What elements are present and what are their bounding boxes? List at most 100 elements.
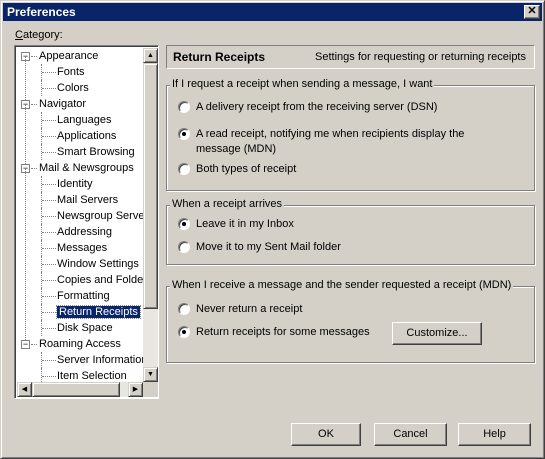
dsn-option-label: A delivery receipt from the receiving se… [196, 101, 438, 113]
tree-item[interactable]: Roaming Access [39, 336, 121, 352]
tree-connector-line [42, 88, 56, 89]
tree-item-label: Addressing [57, 226, 113, 238]
tree-item[interactable]: Identity [57, 176, 92, 192]
tree-item[interactable]: Navigator [39, 96, 86, 112]
return-some-label: Return receipts for some messages [196, 326, 370, 338]
both-radio[interactable] [178, 163, 190, 175]
tree-connector-line [42, 312, 56, 313]
category-tree[interactable]: − Appearance Fonts Colors − Navigator Language… [14, 45, 159, 399]
tree-item[interactable]: Languages [57, 112, 111, 128]
tree-connector-line [42, 120, 56, 121]
leave-inbox-label: Leave it in my Inbox [196, 218, 294, 230]
tree-item-label: Disk Space [57, 322, 113, 334]
scroll-up-button[interactable]: ▲ [143, 48, 158, 63]
tree-item[interactable]: Server Informatior [57, 352, 144, 368]
category-tree-list: − Appearance Fonts Colors − Navigator Language… [17, 48, 144, 382]
return-some-radio[interactable] [178, 326, 190, 338]
panel-title: Return Receipts [173, 50, 266, 64]
tree-item-label: Messages [57, 242, 108, 254]
tree-connector-line [31, 104, 37, 105]
tree-item[interactable]: Return Receipts [56, 304, 141, 320]
tree-item[interactable]: Messages [57, 240, 107, 256]
tree-connector-line [42, 152, 56, 153]
tree-item-label: Roaming Access [39, 338, 121, 350]
tree-item-label: Newsgroup Serve [57, 210, 144, 222]
help-button[interactable]: Help [458, 423, 531, 446]
tree-connector-line [31, 168, 37, 169]
tree-horizontal-scrollbar[interactable]: ◀ ▶ [17, 382, 143, 397]
tree-item[interactable]: Colors [57, 80, 89, 96]
tree-item-label: Window Settings [57, 258, 139, 270]
tree-item[interactable]: Fonts [57, 64, 85, 80]
dsn-radio[interactable] [178, 101, 190, 113]
both-option-label: Both types of receipt [196, 163, 297, 175]
tree-connector-line [42, 136, 56, 137]
tree-connector-line [42, 360, 56, 361]
category-label: Category: [15, 29, 63, 41]
receipt-arrives-group [166, 205, 535, 265]
tree-connector-line [42, 376, 56, 377]
tree-item-label: Colors [57, 82, 89, 94]
scrollbar-corner [143, 382, 158, 397]
never-return-label: Never return a receipt [196, 303, 303, 315]
tree-connector-line [25, 56, 26, 104]
panel-description: Settings for requesting or returning rec… [315, 51, 526, 63]
tree-item[interactable]: Newsgroup Serve [57, 208, 144, 224]
tree-connector-line [42, 232, 56, 233]
tree-connector-line [42, 72, 56, 73]
receipt-arrives-group-label: When a receipt arrives [170, 198, 285, 210]
tree-item-label: Formatting [57, 290, 110, 302]
tree-item[interactable]: Disk Space [57, 320, 113, 336]
tree-expander-icon[interactable]: − [21, 340, 30, 349]
tree-item[interactable]: Smart Browsing [57, 144, 135, 160]
scroll-down-button[interactable]: ▼ [143, 367, 158, 382]
tree-item-label: Languages [57, 114, 112, 126]
mdn-radio[interactable] [178, 128, 190, 140]
tree-connector-line [31, 344, 37, 345]
move-sent-radio[interactable] [178, 241, 190, 253]
scroll-h-thumb[interactable] [32, 382, 120, 397]
tree-item[interactable]: Mail Servers [57, 192, 118, 208]
tree-connector-line [42, 264, 56, 265]
tree-item-label: Smart Browsing [57, 146, 135, 158]
scroll-thumb[interactable] [143, 63, 158, 309]
customize-button[interactable]: Customize... [392, 322, 482, 345]
tree-item-label: Identity [57, 178, 93, 190]
tree-connector-line [42, 216, 56, 217]
cancel-button[interactable]: Cancel [374, 423, 447, 446]
tree-connector-line [42, 184, 56, 185]
panel-header: Return Receipts Settings for requesting … [166, 45, 535, 69]
tree-connector-line [41, 368, 42, 382]
mdn-request-group-label: When I receive a message and the sender … [170, 279, 514, 291]
tree-item-label: Server Informatior [57, 354, 144, 366]
tree-item[interactable]: Formatting [57, 288, 110, 304]
tree-connector-line [25, 104, 26, 168]
close-button[interactable]: ✕ [524, 5, 540, 19]
tree-item-label: Fonts [57, 66, 85, 78]
tree-item-label: Mail Servers [57, 194, 119, 206]
ok-button[interactable]: OK [291, 423, 361, 446]
tree-item-label: Mail & Newsgroups [39, 162, 134, 174]
mdn-option-label-line1: A read receipt, notifying me when recipi… [196, 128, 465, 140]
tree-connector-line [25, 168, 26, 344]
tree-item[interactable]: Addressing [57, 224, 112, 240]
tree-connector-line [42, 200, 56, 201]
tree-connector-line [42, 280, 56, 281]
tree-item[interactable]: Applications [57, 128, 116, 144]
tree-item[interactable]: Appearance [39, 48, 98, 64]
never-return-radio[interactable] [178, 303, 190, 315]
scroll-left-button[interactable]: ◀ [17, 382, 32, 397]
tree-connector-line [42, 296, 56, 297]
tree-connector-line [31, 56, 37, 57]
tree-connector-line [42, 248, 56, 249]
tree-vertical-scrollbar[interactable]: ▲ ▼ [143, 48, 158, 382]
tree-item[interactable]: Item Selection [57, 368, 127, 382]
title-bar[interactable]: Preferences ✕ [3, 3, 542, 21]
preferences-window: Preferences ✕ Category: − Appearance Fonts… [0, 0, 545, 459]
scroll-right-button[interactable]: ▶ [128, 382, 143, 397]
tree-item-label: Applications [57, 130, 117, 142]
leave-inbox-radio[interactable] [178, 218, 190, 230]
tree-item[interactable]: Mail & Newsgroups [39, 160, 134, 176]
tree-item[interactable]: Window Settings [57, 256, 139, 272]
tree-item[interactable]: Copies and Folder [57, 272, 144, 288]
